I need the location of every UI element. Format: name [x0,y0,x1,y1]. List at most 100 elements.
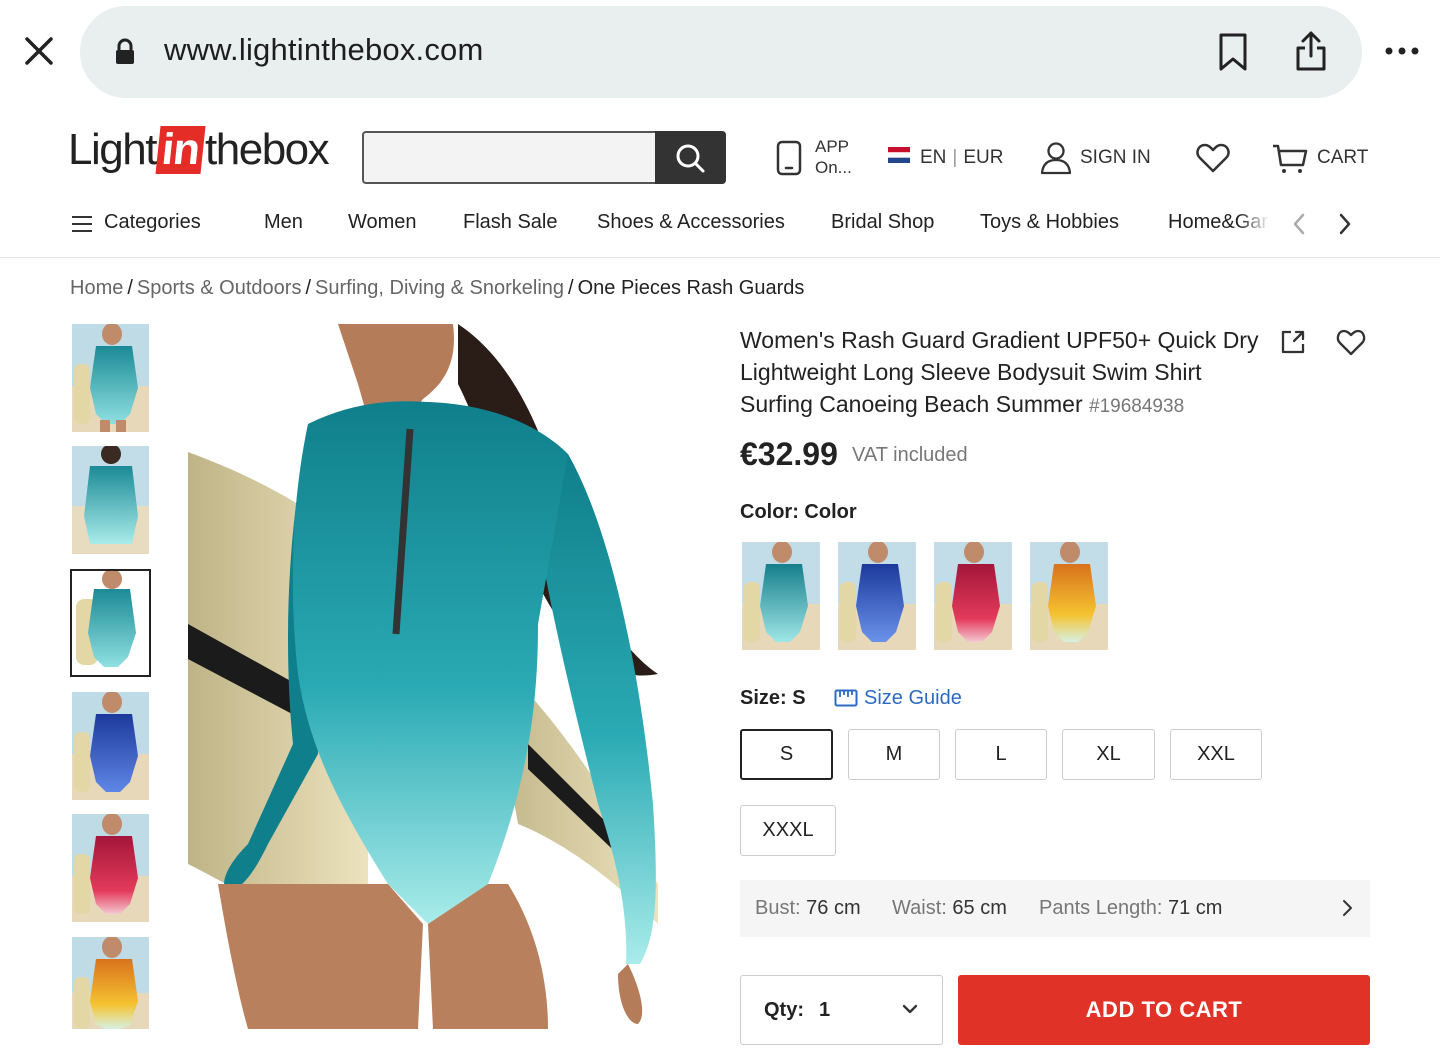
bust-value: 76 cm [806,897,861,919]
quantity-select[interactable]: Qty: 1 [740,975,943,1045]
pants-length-label: Pants Length: [1039,897,1163,919]
app-label-line2: On... [815,158,852,177]
chevron-right-icon[interactable] [1336,212,1354,236]
size-option-m[interactable]: M [848,729,940,780]
add-to-wishlist-heart-icon[interactable] [1336,329,1366,356]
size-option-l[interactable]: L [955,729,1047,780]
product-thumbnail[interactable] [72,324,149,432]
nav-categories[interactable]: Categories [104,211,201,234]
swimsuit-thumbnail-image [72,937,149,1029]
bookmark-icon[interactable] [1218,32,1248,72]
app-label-line1: APP [815,137,850,156]
nav-fade [1238,204,1278,244]
size-option-xl[interactable]: XL [1062,729,1155,780]
category-nav: Categories Men Women Flash Sale Shoes & … [0,198,1440,258]
product-sku: #19684938 [1089,396,1185,417]
share-product-icon[interactable] [1280,329,1306,355]
product-price: €32.99 [740,436,838,472]
nav-item-toys-hobbies[interactable]: Toys & Hobbies [980,211,1119,234]
color-swatch-red[interactable] [934,542,1012,650]
logo-text-light: Light [68,125,157,174]
size-label: Size: S [740,687,806,709]
swimsuit-thumbnail-image [72,814,149,922]
waist-label: Waist: [892,897,947,919]
user-icon[interactable] [1040,141,1072,175]
nav-item-shoes-accessories[interactable]: Shoes & Accessories [597,211,785,234]
browser-toolbar: www.lightinthebox.com [0,0,1440,104]
nav-item-women[interactable]: Women [348,211,417,234]
swimsuit-thumbnail-image [72,692,149,800]
wishlist-heart-icon[interactable] [1196,143,1230,173]
main-product-image[interactable] [188,324,703,1029]
size-option-s[interactable]: S [740,729,833,780]
share-icon[interactable] [1294,30,1328,72]
add-to-cart-button[interactable]: ADD TO CART [958,975,1370,1045]
breadcrumb: Home / Sports & Outdoors / Surfing, Diving &… [70,277,804,300]
cart-icon[interactable] [1272,143,1308,175]
product-thumbnail[interactable] [72,814,149,922]
nav-item-men[interactable]: Men [264,211,303,234]
chevron-right-icon[interactable] [1340,898,1354,918]
product-thumbnail-selected[interactable] [70,569,151,677]
size-option-xxl[interactable]: XXL [1170,729,1262,780]
cart-link[interactable]: CART [1317,147,1368,169]
chevron-down-icon [902,1004,918,1014]
product-thumbnail[interactable] [72,937,149,1029]
bust-measurement: Bust: 76 cm [755,897,861,920]
breadcrumb-separator: / [568,277,574,299]
waist-measurement: Waist: 65 cm [892,897,1007,920]
language-separator: | [952,147,958,168]
color-swatch-orange[interactable] [1030,542,1108,650]
search-button[interactable] [655,131,726,184]
pants-length-value: 71 cm [1168,897,1223,919]
breadcrumb-current[interactable]: One Pieces Rash Guards [578,277,805,299]
product-thumbnail[interactable] [72,692,149,800]
waist-value: 65 cm [952,897,1007,919]
quantity-value: 1 [819,999,831,1021]
close-icon[interactable] [22,34,56,68]
pants-length-measurement: Pants Length: 71 cm [1039,897,1222,920]
netherlands-flag-icon [888,147,910,163]
language-label: EN [920,147,947,168]
product-title: Women's Rash Guard Gradient UPF50+ Quick… [740,324,1260,423]
more-options-icon[interactable] [1384,44,1420,58]
currency-label: EUR [963,147,1004,168]
swimsuit-thumbnail-image [72,324,149,432]
breadcrumb-home[interactable]: Home [70,277,123,299]
language-currency-selector[interactable]: EN | EUR [920,147,1003,169]
red-swatch-image [934,542,1012,650]
swimsuit-model-image [188,324,703,1029]
color-label: Color: Color [740,501,857,523]
color-swatch-teal[interactable] [742,542,820,650]
site-logo[interactable]: Light in thebox [68,124,330,176]
lock-icon [116,38,134,64]
logo-text-thebox: thebox [205,125,330,174]
nav-item-flash-sale[interactable]: Flash Sale [463,211,558,234]
url-text[interactable]: www.lightinthebox.com [164,32,484,68]
vat-note: VAT included [852,444,968,466]
swimsuit-thumbnail-image [72,571,149,675]
app-link[interactable]: APP On... [815,136,852,178]
product-thumbnail[interactable] [72,446,149,554]
mobile-phone-icon[interactable] [776,140,802,176]
bust-label: Bust: [755,897,801,919]
chevron-left-icon[interactable] [1290,212,1308,236]
logo-text-in: in [155,125,206,174]
size-option-xxxl[interactable]: XXXL [740,805,836,856]
breadcrumb-separator: / [305,277,312,299]
quantity-label: Qty: [764,999,804,1021]
size-guide-link[interactable]: Size Guide [864,687,962,710]
nav-item-bridal-shop[interactable]: Bridal Shop [831,211,934,234]
breadcrumb-sports-outdoors[interactable]: Sports & Outdoors [137,277,302,299]
breadcrumb-surfing[interactable]: Surfing, Diving & Snorkeling [315,277,564,299]
color-swatch-blue[interactable] [838,542,916,650]
hamburger-menu-icon[interactable] [72,215,92,233]
teal-swatch-image [742,542,820,650]
sign-in-link[interactable]: SIGN IN [1080,147,1151,169]
blue-swatch-image [838,542,916,650]
breadcrumb-separator: / [127,277,133,299]
orange-swatch-image [1030,542,1108,650]
swimsuit-thumbnail-image [72,446,149,554]
search-icon [676,144,705,173]
ruler-icon[interactable] [834,689,858,707]
